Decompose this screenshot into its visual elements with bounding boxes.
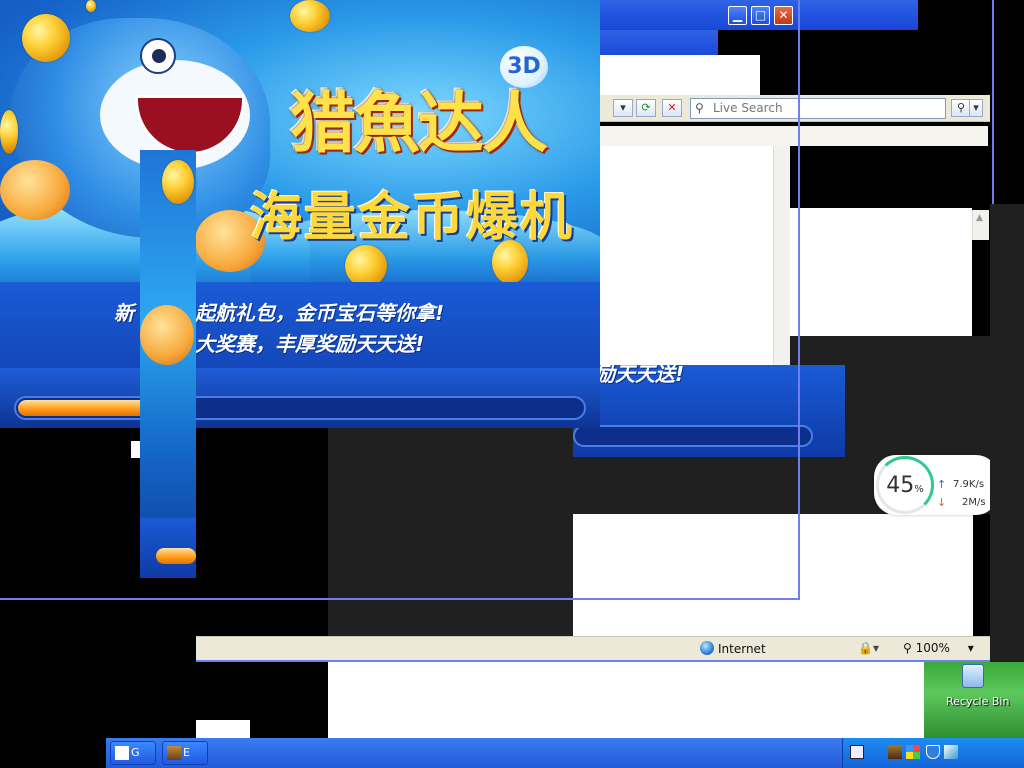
- gold-coin: [345, 245, 387, 287]
- gold-coin: [22, 14, 70, 62]
- game-logo-title: 猎魚达人: [290, 85, 548, 162]
- upload-arrow-icon: ↑: [937, 478, 947, 491]
- game-splash-window: 猎魚达人 3D 海量金币爆机 新 起航礼包，金币宝石等你拿! 大奖赛，丰厚奖励天…: [0, 0, 600, 428]
- ghost-splash-strip: [140, 150, 196, 578]
- game-slogan: 海量金币爆机: [250, 188, 575, 248]
- ghost-progress-fill: [156, 548, 196, 564]
- taskbar-button-g[interactable]: G: [110, 741, 156, 765]
- taskbar-label: E: [183, 746, 190, 759]
- promo-line2: 大奖赛，丰厚奖励天天送!: [195, 332, 425, 356]
- keyboard-icon[interactable]: [850, 745, 864, 759]
- windows-flag-icon[interactable]: [906, 745, 920, 759]
- logo-badge: 3D: [500, 46, 548, 88]
- game-tray-icon[interactable]: [888, 745, 902, 759]
- memory-percent: 45: [886, 473, 915, 498]
- gold-coin: [162, 160, 194, 204]
- app-icon: [115, 746, 129, 760]
- pufferfish: [0, 160, 70, 220]
- desktop-dark-strip: [990, 204, 1024, 664]
- download-speed: 2M/s: [962, 497, 986, 508]
- network-tray-icon[interactable]: [944, 745, 958, 759]
- memory-percent-unit: %: [914, 484, 924, 495]
- logo-badge-text: 3D: [507, 54, 541, 79]
- taskbar-label: G: [131, 746, 140, 759]
- taskbar-button-e[interactable]: E: [162, 741, 208, 765]
- download-arrow-icon: ↓: [937, 496, 947, 509]
- promo-line1: 起航礼包，金币宝石等你拿!: [195, 301, 445, 325]
- game-app-icon: [167, 746, 181, 760]
- recycle-bin-label[interactable]: Recycle Bin: [946, 695, 1009, 708]
- recycle-bin-icon[interactable]: [962, 664, 984, 688]
- loading-progress-bar: [14, 396, 586, 420]
- pufferfish-ghost: [140, 305, 194, 365]
- gold-coin: [86, 0, 96, 12]
- shield-icon[interactable]: [926, 745, 940, 759]
- upload-speed: 7.9K/s: [953, 479, 985, 490]
- shark-eye: [140, 38, 176, 74]
- gold-coin: [0, 110, 18, 154]
- ghost-white-block: [196, 720, 250, 738]
- promo-line1-start: 新: [114, 301, 134, 325]
- memory-usage-ring[interactable]: 45%: [876, 456, 934, 514]
- gold-coin: [290, 0, 330, 32]
